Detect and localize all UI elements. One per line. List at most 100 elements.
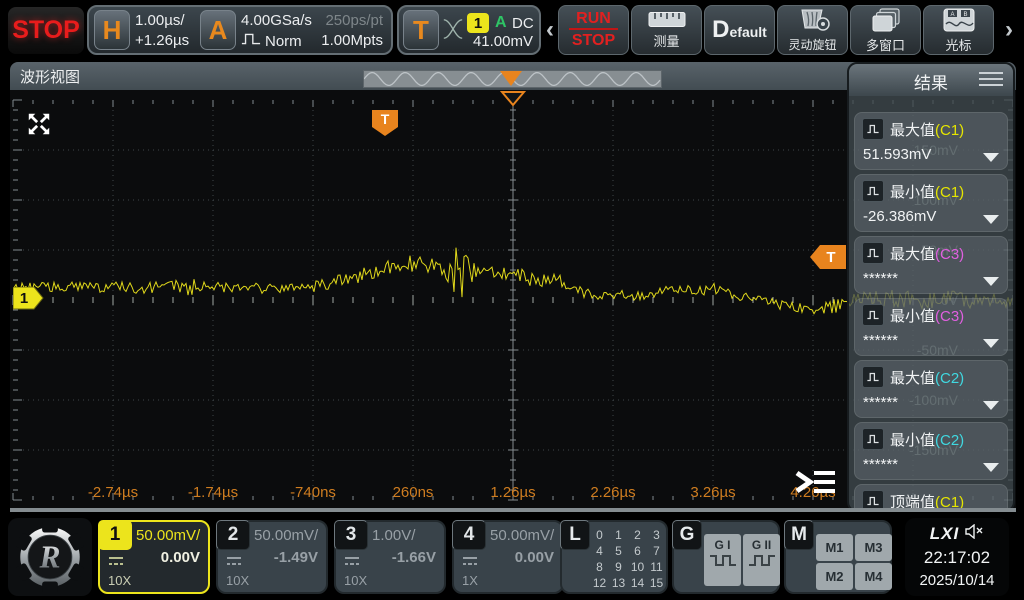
results-menu-icon[interactable] [979, 72, 1003, 86]
trigger-delay-marker[interactable] [499, 91, 527, 112]
measurement-label: 最大值(C1) [890, 121, 965, 139]
measure-button[interactable]: 测量 [631, 5, 702, 55]
results-header[interactable]: 结果 [849, 64, 1013, 96]
math1-button[interactable]: M1 [816, 534, 853, 561]
logic-channels-button[interactable]: L 0123 4567 8 9 10 11 12 13 14 15 [560, 520, 668, 594]
logic-digit-grid: 0123 4567 8 9 10 11 12 13 14 15 [592, 528, 664, 590]
measurement-card[interactable]: 最小值(C1) -26.386mV [854, 174, 1008, 232]
acquire-mode[interactable]: Norm [241, 32, 302, 50]
math2-button[interactable]: M2 [816, 563, 853, 590]
trigger-time-flag[interactable]: T [372, 110, 398, 142]
dc-coupling-icon [226, 554, 242, 572]
chevron-down-icon[interactable] [983, 277, 999, 286]
measurement-card[interactable]: 最大值(C2) ****** [854, 360, 1008, 418]
smart-knob-label: 灵动旋钮 [788, 37, 837, 52]
acquire-icon[interactable]: A [200, 10, 236, 50]
measurement-label: 最小值(C3) [890, 307, 965, 325]
channel1-button[interactable]: 1 50.00mV/ 0.00V 10X [98, 520, 210, 594]
measurement-label: 最大值(C2) [890, 369, 965, 387]
rigol-logo: R [8, 518, 92, 596]
chevron-down-icon[interactable] [983, 153, 999, 162]
math4-button[interactable]: M4 [855, 563, 892, 590]
sound-muted-icon[interactable] [965, 523, 984, 544]
cursor-icon: AB [943, 8, 975, 37]
horizontal-scale[interactable]: 1.00µs/ [135, 12, 185, 29]
svg-text:R: R [38, 540, 60, 575]
channel4-scale: 50.00mV/ [490, 527, 555, 544]
channel2-offset: -1.49V [273, 549, 318, 566]
record-trigger-position-marker[interactable] [500, 71, 522, 86]
channel4-offset: 0.00V [514, 549, 554, 566]
waveform-menu-icon[interactable] [793, 466, 837, 503]
generator-button[interactable]: G G I G II [672, 520, 780, 594]
top-bar: STOP H 1.00µs/ +1.26µs A 4.00GSa/s Norm … [0, 0, 1024, 60]
acquire-mode-label: Norm [265, 32, 302, 50]
channel3-button[interactable]: 3 1.00V/ -1.66V 10X [334, 520, 446, 594]
cursor-button[interactable]: AB 光标 [923, 5, 994, 55]
sample-resolution: 250ps/pt [325, 12, 383, 29]
chevron-down-icon[interactable] [983, 401, 999, 410]
sample-rate[interactable]: 4.00GSa/s [241, 12, 312, 29]
math-button[interactable]: M M1 M3 M2 M4 [784, 520, 892, 594]
toolbar-scroll-right[interactable]: › [1002, 16, 1016, 44]
channel3-badge: 3 [334, 520, 368, 550]
svg-text:B: B [963, 12, 967, 18]
generator2-button[interactable]: G II [743, 534, 780, 586]
trigger-coupling: DC [512, 15, 534, 32]
ruler-icon [648, 11, 686, 33]
channel2-button[interactable]: 2 50.00mV/ -1.49V 10X [216, 520, 328, 594]
generator-badge: G [672, 520, 702, 550]
default-initial: D [712, 16, 730, 43]
horizontal-acquire-group: H 1.00µs/ +1.26µs A 4.00GSa/s Norm 250ps… [87, 5, 393, 55]
stop-status-button[interactable]: STOP [8, 7, 84, 54]
channel4-button[interactable]: 4 50.00mV/ 0.00V 1X [452, 520, 564, 594]
square-wave-icon [748, 555, 775, 566]
toolbar-scroll-left[interactable]: ‹ [543, 16, 557, 44]
dc-coupling-icon [344, 554, 360, 572]
measurement-value: -26.386mV [863, 208, 937, 225]
default-button[interactable]: Default [704, 5, 775, 55]
channel1-ground-marker[interactable]: 1 [12, 286, 44, 315]
measurement-pulse-icon [862, 366, 884, 388]
measurement-value: ****** [863, 270, 899, 287]
channel1-probe: 10X [108, 573, 132, 588]
svg-text:T: T [381, 111, 390, 127]
measurement-label: 最小值(C1) [890, 183, 965, 201]
measurement-pulse-icon [862, 428, 884, 450]
expand-icon[interactable] [26, 111, 52, 142]
chevron-down-icon[interactable] [983, 463, 999, 472]
results-panel: 结果 最大值(C1) 51.593mV 最小值(C1) -26.386mV 最大… [847, 62, 1015, 512]
generator1-button[interactable]: G I [704, 534, 741, 586]
knob-icon [795, 9, 831, 36]
chevron-down-icon[interactable] [983, 339, 999, 348]
horizontal-position[interactable]: +1.26µs [135, 32, 189, 49]
run-stop-button[interactable]: RUN STOP [558, 5, 629, 55]
measurement-pulse-icon [862, 180, 884, 202]
measurement-card[interactable]: 最大值(C3) ****** [854, 236, 1008, 294]
math-badge: M [784, 520, 814, 550]
horizontal-icon[interactable]: H [94, 10, 130, 50]
run-label: RUN [569, 10, 618, 30]
trigger-group[interactable]: T 1 A DC 41.00mV [397, 5, 541, 55]
memory-depth[interactable]: 1.00Mpts [321, 32, 383, 49]
measurement-value: ****** [863, 456, 899, 473]
bottom-bar: R 1 50.00mV/ 0.00V 10X 2 50.00mV/ -1.49V… [0, 508, 1024, 600]
svg-text:A: A [950, 12, 954, 18]
multi-window-button[interactable]: 多窗口 [850, 5, 921, 55]
measurement-card[interactable]: 最小值(C2) ****** [854, 422, 1008, 480]
measurement-card[interactable]: 最大值(C1) 51.593mV [854, 112, 1008, 170]
channel2-scale: 50.00mV/ [254, 527, 319, 544]
trigger-level-marker[interactable]: T [810, 245, 846, 275]
measurement-pulse-icon [862, 118, 884, 140]
trigger-source-badge: 1 [467, 13, 489, 33]
channel1-badge: 1 [98, 520, 132, 550]
channel2-probe: 10X [226, 573, 250, 588]
svg-text:T: T [826, 249, 835, 266]
logic-badge: L [560, 520, 590, 550]
smart-knob-button[interactable]: 灵动旋钮 [777, 5, 848, 55]
chevron-down-icon[interactable] [983, 215, 999, 224]
cursor-label: 光标 [945, 37, 972, 53]
math3-button[interactable]: M3 [855, 534, 892, 561]
measurement-value: ****** [863, 394, 899, 411]
measurement-card[interactable]: 最小值(C3) ****** [854, 298, 1008, 356]
